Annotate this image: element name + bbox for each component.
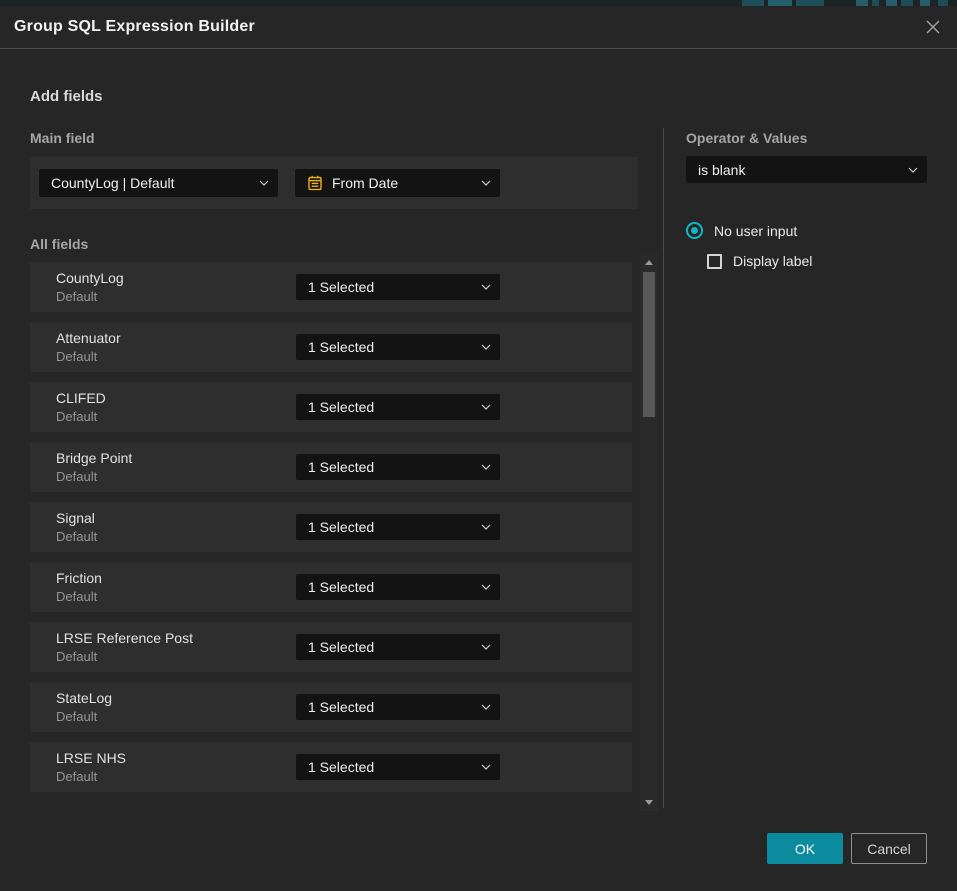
field-sublabel: Default [56,709,97,724]
field-row: Friction Default 1 Selected [30,562,632,612]
field-name: CLIFED [56,390,106,406]
chevron-down-icon [481,284,491,291]
cancel-button[interactable]: Cancel [851,833,927,864]
field-selected-value: 1 Selected [308,579,374,595]
close-icon[interactable] [923,17,943,37]
chevron-down-icon [481,704,491,711]
field-sublabel: Default [56,769,97,784]
scrollbar-thumb[interactable] [643,272,655,417]
main-field-box: CountyLog | Default From Date [30,157,638,209]
field-selected-dropdown[interactable]: 1 Selected [296,454,500,480]
field-row: CountyLog Default 1 Selected [30,262,632,312]
main-field-label: Main field [30,130,95,146]
field-selected-dropdown[interactable]: 1 Selected [296,634,500,660]
field-selected-dropdown[interactable]: 1 Selected [296,334,500,360]
field-selected-value: 1 Selected [308,459,374,475]
operator-values-label: Operator & Values [686,130,807,146]
field-name: Attenuator [56,330,121,346]
field-selected-value: 1 Selected [308,699,374,715]
radio-checked-icon [686,222,703,239]
field-row: Attenuator Default 1 Selected [30,322,632,372]
field-selected-dropdown[interactable]: 1 Selected [296,274,500,300]
chevron-down-icon [481,344,491,351]
field-selected-value: 1 Selected [308,279,374,295]
chevron-down-icon [259,180,269,187]
chevron-down-icon [481,464,491,471]
field-name: Bridge Point [56,450,132,466]
field-sublabel: Default [56,409,97,424]
field-sublabel: Default [56,649,97,664]
chevron-down-icon [481,584,491,591]
field-name: LRSE Reference Post [56,630,193,646]
field-row: Bridge Point Default 1 Selected [30,442,632,492]
chevron-down-icon [481,644,491,651]
field-selected-dropdown[interactable]: 1 Selected [296,574,500,600]
scroll-up-icon[interactable] [645,260,653,265]
all-fields-label: All fields [30,236,88,252]
panel-divider [663,128,664,808]
no-user-input-radio[interactable]: No user input [686,222,797,239]
chevron-down-icon [908,166,918,173]
field-selected-value: 1 Selected [308,639,374,655]
display-label-checkbox[interactable]: Display label [707,253,812,269]
ok-button[interactable]: OK [767,833,843,864]
field-row: LRSE Reference Post Default 1 Selected [30,622,632,672]
field-sublabel: Default [56,289,97,304]
layer-select-value: CountyLog | Default [51,175,175,191]
field-sublabel: Default [56,589,97,604]
add-fields-heading: Add fields [30,88,103,105]
dialog-title: Group SQL Expression Builder [14,18,255,36]
chevron-down-icon [481,524,491,531]
checkbox-unchecked-icon [707,254,722,269]
chevron-down-icon [481,764,491,771]
field-name: Signal [56,510,95,526]
display-label-label: Display label [733,253,812,269]
field-selected-dropdown[interactable]: 1 Selected [296,694,500,720]
field-selected-value: 1 Selected [308,759,374,775]
field-selected-value: 1 Selected [308,399,374,415]
calendar-date-icon [307,175,323,191]
field-selected-dropdown[interactable]: 1 Selected [296,754,500,780]
field-row: StateLog Default 1 Selected [30,682,632,732]
field-name: LRSE NHS [56,750,126,766]
chevron-down-icon [481,180,491,187]
field-name: StateLog [56,690,112,706]
field-sublabel: Default [56,349,97,364]
chevron-down-icon [481,404,491,411]
all-fields-list: CountyLog Default 1 Selected Attenuator Defa… [30,262,632,802]
screen: Group SQL Expression Builder Add fields … [0,0,957,891]
field-row: CLIFED Default 1 Selected [30,382,632,432]
vertical-scrollbar[interactable] [640,254,658,811]
field-row: LRSE NHS Default 1 Selected [30,742,632,792]
field-name: CountyLog [56,270,124,286]
dialog-header: Group SQL Expression Builder [0,6,957,49]
scroll-down-icon[interactable] [645,800,653,805]
field-name: Friction [56,570,102,586]
group-sql-expression-builder-dialog: Group SQL Expression Builder Add fields … [0,6,957,891]
main-field-select-value: From Date [332,175,398,191]
field-row: Signal Default 1 Selected [30,502,632,552]
field-selected-dropdown[interactable]: 1 Selected [296,394,500,420]
field-selected-value: 1 Selected [308,339,374,355]
field-selected-value: 1 Selected [308,519,374,535]
main-field-select-dropdown[interactable]: From Date [295,169,500,197]
field-sublabel: Default [56,469,97,484]
no-user-input-label: No user input [714,223,797,239]
field-selected-dropdown[interactable]: 1 Selected [296,514,500,540]
operator-dropdown[interactable]: is blank [686,156,927,183]
field-sublabel: Default [56,529,97,544]
layer-select-dropdown[interactable]: CountyLog | Default [39,169,278,197]
operator-value: is blank [698,162,745,178]
